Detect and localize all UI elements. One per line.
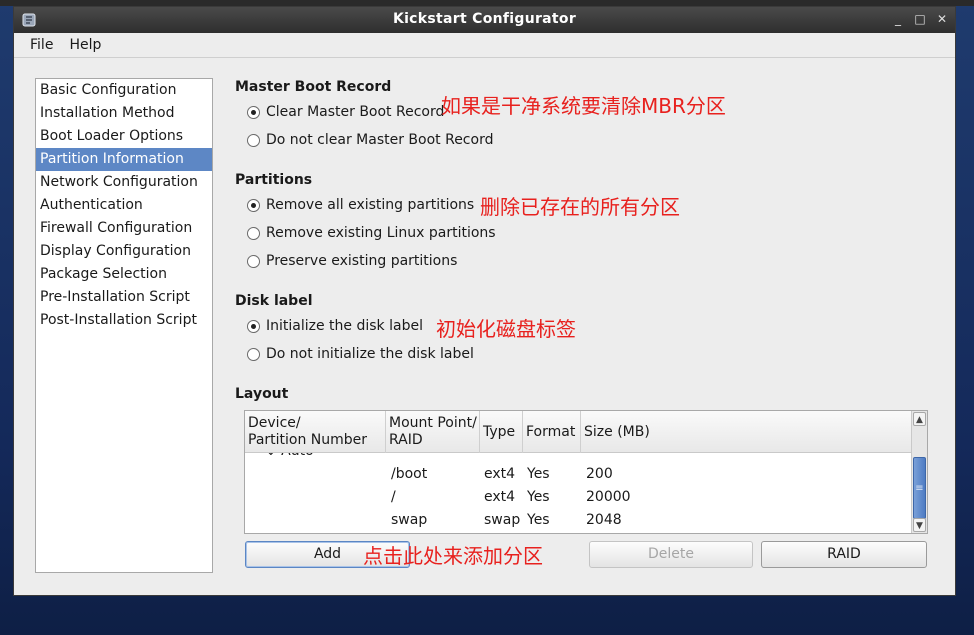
table-row[interactable]: /boot ext4 Yes 200 <box>245 463 911 486</box>
radio-icon[interactable] <box>247 105 260 119</box>
sidebar-item-partition-information[interactable]: Partition Information <box>36 148 212 171</box>
table-row[interactable]: swap swap Yes 2048 <box>245 509 911 532</box>
sidebar-item-package-selection[interactable]: Package Selection <box>36 263 212 286</box>
cell-format: Yes <box>527 512 550 528</box>
tree-node-auto: ⌄ Auto <box>265 453 314 463</box>
kickstart-window: Kickstart Configurator _ □ ✕ File Help B… <box>13 6 956 596</box>
sidebar-item-basic-configuration[interactable]: Basic Configuration <box>36 79 212 102</box>
partitions-section-title: Partitions <box>235 172 313 188</box>
table-body: ⌄ Auto /boot ext4 Yes 200 / ext4 Yes 200… <box>245 453 911 533</box>
sidebar-item-installation-method[interactable]: Installation Method <box>36 102 212 125</box>
radio-do-not-clear-mbr[interactable]: Do not clear Master Boot Record <box>247 132 493 148</box>
radio-icon[interactable] <box>247 347 260 361</box>
cell-type: ext4 <box>484 489 516 505</box>
sidebar-item-display-configuration[interactable]: Display Configuration <box>36 240 212 263</box>
radio-do-not-initialize-disk-label[interactable]: Do not initialize the disk label <box>247 346 474 362</box>
cell-type: ext4 <box>484 466 516 482</box>
annotation-remove-all: 删除已存在的所有分区 <box>480 195 680 219</box>
table-row-auto[interactable]: ⌄ Auto <box>245 453 911 463</box>
sidebar-item-authentication[interactable]: Authentication <box>36 194 212 217</box>
column-type[interactable]: Type <box>480 411 523 453</box>
cell-format: Yes <box>527 489 550 505</box>
radio-icon[interactable] <box>247 133 260 147</box>
annotation-clear-mbr: 如果是干净系统要清除MBR分区 <box>441 94 726 118</box>
radio-icon[interactable] <box>247 319 260 333</box>
column-mount-point[interactable]: Mount Point/ RAID <box>386 411 480 453</box>
scroll-up-arrow-icon[interactable]: ▲ <box>913 412 926 426</box>
menu-help[interactable]: Help <box>62 33 108 57</box>
title-bar[interactable]: Kickstart Configurator _ □ ✕ <box>14 7 955 33</box>
table-row[interactable]: / ext4 Yes 20000 <box>245 486 911 509</box>
radio-label: Remove existing Linux partitions <box>266 225 496 241</box>
category-list: Basic Configuration Installation Method … <box>35 78 213 573</box>
cell-size: 20000 <box>586 489 631 505</box>
cell-size: 200 <box>586 466 613 482</box>
radio-remove-linux-partitions[interactable]: Remove existing Linux partitions <box>247 225 496 241</box>
radio-preserve-partitions[interactable]: Preserve existing partitions <box>247 253 457 269</box>
radio-label: Clear Master Boot Record <box>266 104 445 120</box>
raid-button[interactable]: RAID <box>761 541 927 568</box>
cell-format: Yes <box>527 466 550 482</box>
disklabel-section-title: Disk label <box>235 293 313 309</box>
sidebar-item-pre-installation-script[interactable]: Pre-Installation Script <box>36 286 212 309</box>
layout-section-title: Layout <box>235 386 289 402</box>
cell-size: 2048 <box>586 512 622 528</box>
menu-file[interactable]: File <box>23 33 60 57</box>
column-device[interactable]: Device/ Partition Number <box>245 411 386 453</box>
radio-label: Preserve existing partitions <box>266 253 458 269</box>
sidebar-item-network-configuration[interactable]: Network Configuration <box>36 171 212 194</box>
column-size[interactable]: Size (MB) <box>581 411 911 453</box>
mbr-section-title: Master Boot Record <box>235 79 392 95</box>
partition-table[interactable]: Device/ Partition Number Mount Point/ RA… <box>244 410 928 534</box>
radio-remove-all-partitions[interactable]: Remove all existing partitions <box>247 197 474 213</box>
radio-label: Initialize the disk label <box>266 318 423 334</box>
window-title: Kickstart Configurator <box>392 11 577 27</box>
radio-initialize-disk-label[interactable]: Initialize the disk label <box>247 318 423 334</box>
radio-label: Do not clear Master Boot Record <box>266 132 494 148</box>
annotation-init-disk-label: 初始化磁盘标签 <box>436 317 576 341</box>
sidebar-item-firewall-configuration[interactable]: Firewall Configuration <box>36 217 212 240</box>
close-icon[interactable]: ✕ <box>935 10 949 28</box>
table-header: Device/ Partition Number Mount Point/ RA… <box>245 411 911 453</box>
cell-type: swap <box>484 512 521 528</box>
cell-mount: / <box>391 489 396 505</box>
radio-label: Remove all existing partitions <box>266 197 475 213</box>
cell-mount: swap <box>391 512 428 528</box>
table-scrollbar[interactable]: ▲ ≡ ▼ <box>911 411 927 533</box>
radio-icon[interactable] <box>247 226 260 240</box>
minimize-icon[interactable]: _ <box>891 10 905 28</box>
annotation-add-partition: 点击此处来添加分区 <box>363 544 543 568</box>
column-format[interactable]: Format <box>523 411 581 453</box>
sidebar-item-post-installation-script[interactable]: Post-Installation Script <box>36 309 212 332</box>
cell-mount: /boot <box>391 466 428 482</box>
radio-clear-mbr[interactable]: Clear Master Boot Record <box>247 104 444 120</box>
radio-icon[interactable] <box>247 198 260 212</box>
maximize-icon[interactable]: □ <box>913 10 927 28</box>
radio-icon[interactable] <box>247 254 260 268</box>
scroll-thumb[interactable]: ≡ <box>913 457 926 519</box>
scroll-down-arrow-icon[interactable]: ▼ <box>913 518 926 532</box>
radio-label: Do not initialize the disk label <box>266 346 474 362</box>
menu-bar: File Help <box>14 33 955 58</box>
delete-button[interactable]: Delete <box>589 541 753 568</box>
sidebar-item-boot-loader-options[interactable]: Boot Loader Options <box>36 125 212 148</box>
